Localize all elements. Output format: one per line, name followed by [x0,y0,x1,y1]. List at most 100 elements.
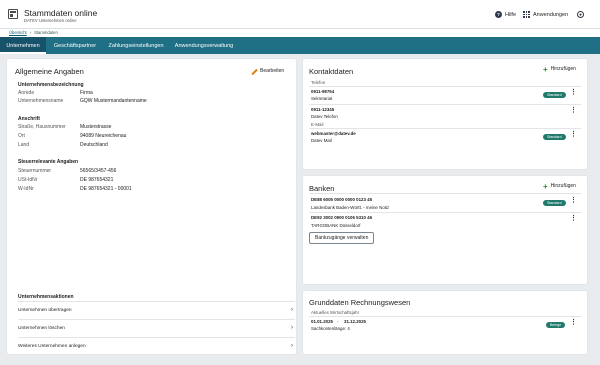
apps-label: Anwendungen [533,11,569,18]
company-section-title: Unternehmensbezeichnung [18,82,84,88]
tab-bar: Unternehmen Geschäftspartner Zahlungsein… [0,37,600,54]
breadcrumb-overview[interactable]: Übersicht [9,30,27,35]
edit-label: Bearbeiten [260,68,285,74]
chevron-right-icon: › [291,307,293,313]
company-name-label: Unternehmensname [18,98,64,104]
phone-group-label: Telefon [311,80,326,85]
city-value: 94089 Neureichenau [80,133,127,139]
banks-title: Banken [309,184,335,193]
tab-geschaeftspartner[interactable]: Geschäftspartner [47,37,103,54]
tax-number-label: Steuernummer [18,168,52,174]
contact-add-label: Hinzufügen [550,66,576,72]
app-subtitle: DATEV Unternehmen online [24,18,77,23]
contact-add-button[interactable]: + Hinzufügen [543,64,576,74]
breadcrumb-separator: › [29,30,32,35]
fiscal-year-label: Aktuelles Wirtschaftsjahr [311,310,360,315]
country-value: Deutschland [80,142,108,148]
email-more-icon[interactable]: ⋮ [570,131,577,138]
phone2-desc: Datev Telefon [311,114,338,119]
email-value: webmaster@datev.de [311,131,356,136]
w-id-value: DE 987654321 - 00001 [80,186,132,192]
vat-id-value: DE 987654321 [80,177,114,183]
divider [309,128,581,129]
bank2-iban: DE92 3002 0900 0106 5310 46 [311,215,373,220]
general-info-title: Allgemeine Angaben [15,67,84,76]
email-desc: Datev Mail [311,138,332,143]
action-delete-label: Unternehmen löschen [18,326,65,331]
action-transfer-company[interactable]: Unternehmen übertragen › [18,301,295,317]
help-label: Hilfe [505,11,517,18]
phone2-more-icon[interactable]: ⋮ [570,107,577,114]
bank1-more-icon[interactable]: ⋮ [570,197,577,204]
breadcrumb: Übersicht › Stammdaten [9,30,58,35]
action-add-label: Weiteres Unternehmen anlegen [18,344,86,349]
pencil-icon [251,68,257,74]
bank2-desc: TARGOBANK Düsseldorf [311,223,361,228]
plus-icon: + [543,64,548,74]
divider [309,104,581,105]
tab-anwendungsverwaltung[interactable]: Anwendungsverwaltung [169,37,239,54]
divider [309,316,581,317]
app-logo-icon [8,9,18,19]
bank1-standard-badge: Standard [543,200,566,206]
company-name-value: GQW Mustermandantenname [80,98,147,104]
bank1-iban: DE88 6005 0000 0000 0123 45 [311,197,373,202]
email-group-label: E-Mail [311,122,324,127]
vat-id-label: USt-IdNr [18,177,38,183]
app-header: Stammdaten online DATEV Unternehmen onli… [0,0,600,29]
tab-unternehmen[interactable]: Unternehmen [0,37,46,54]
tax-section-title: Steuerrelevante Angaben [18,159,79,165]
salutation-label: Anrede [18,90,35,96]
address-section-title: Anschrift [18,116,40,122]
street-label: Straße, Hausnummer [18,124,66,130]
general-info-card: Allgemeine Angaben Bearbeiten Unternehme… [7,59,296,354]
country-label: Land [18,142,30,148]
accounting-card: Grunddaten Rechnungswesen Aktuelles Wirt… [303,291,587,354]
divider [309,86,581,87]
user-menu-button[interactable]: ● [577,11,584,18]
phone1-desc: Sekretariat [311,96,333,101]
actions-section-title: Unternehmensaktionen [18,294,74,300]
phone1-value: 0911-98754 [311,89,335,94]
action-add-company[interactable]: Weiteres Unternehmen anlegen › [18,337,295,353]
tab-zahlungseinstellungen[interactable]: Zahlungseinstellungen [103,37,169,54]
accounting-title: Grunddaten Rechnungswesen [309,298,411,307]
manage-bank-access-button[interactable]: Bankzugänge verwalten [309,232,375,244]
receipts-badge: Belege [546,322,566,328]
city-label: Ort [18,133,25,139]
banks-add-button[interactable]: + Hinzufügen [543,181,576,191]
fiscal-year-start: 01.01.2025 [311,319,333,324]
street-value: Musterstrasse [80,124,112,130]
fiscal-year-end: 31.12.2025 [344,319,366,324]
help-icon: ? [495,11,502,18]
edit-button[interactable]: Bearbeiten [251,68,284,74]
banks-card: Banken + Hinzufügen DE88 6005 0000 0000 … [303,176,587,284]
divider [309,212,581,213]
fiscal-year-more-icon[interactable]: ⋮ [570,319,577,326]
contact-card: Kontaktdaten + Hinzufügen Telefon 0911-9… [303,59,587,169]
divider [309,193,581,194]
bank1-desc: Landesbank Baden-Württ. - meine Notiz [311,205,390,210]
banks-add-label: Hinzufügen [550,183,576,189]
phone1-standard-badge: Standard [543,92,566,98]
breadcrumb-current: Stammdaten [34,30,58,35]
plus-icon: + [543,181,548,191]
apps-button[interactable]: Anwendungen [523,11,568,18]
w-id-label: W-IdNr [18,186,34,192]
chevron-right-icon: › [291,325,293,331]
app-title: Stammdaten online [24,8,98,18]
email-standard-badge: Standard [543,134,566,140]
user-avatar-icon: ● [577,11,584,18]
action-transfer-label: Unternehmen übertragen [18,308,72,313]
contact-title: Kontaktdaten [309,67,354,76]
help-button[interactable]: ? Hilfe [495,11,516,18]
apps-grid-icon [523,11,530,18]
bank2-more-icon[interactable]: ⋮ [570,215,577,222]
action-delete-company[interactable]: Unternehmen löschen › [18,319,295,335]
salutation-value: Firma [80,90,93,96]
breadcrumb-bar: Übersicht › Stammdaten [0,29,600,37]
tax-number-value: 56565/3457-456 [80,168,117,174]
phone1-more-icon[interactable]: ⋮ [570,89,577,96]
chevron-right-icon: › [291,343,293,349]
account-length: Sachkontenlänge: 4 [311,326,350,331]
